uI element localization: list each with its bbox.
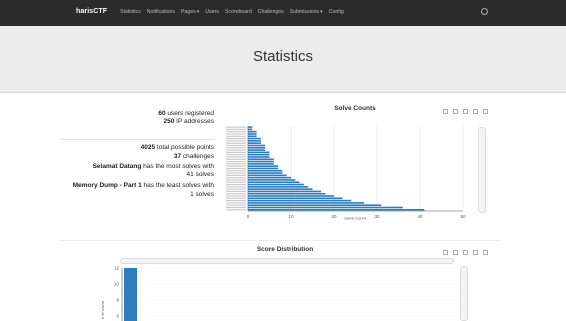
y-tick-label: 10 — [114, 282, 120, 287]
score-distribution-chart: 12 10 8 6 # of Users — [100, 266, 458, 321]
y-tick-label: 8 — [116, 298, 119, 303]
score-bar — [124, 268, 137, 321]
page: harisCTF Statistics Notifications Pages▾… — [0, 0, 566, 321]
y-tick-label: 12 — [114, 266, 120, 271]
y-axis-label: # of Users — [100, 301, 105, 319]
y-tick-label: 6 — [116, 314, 119, 319]
